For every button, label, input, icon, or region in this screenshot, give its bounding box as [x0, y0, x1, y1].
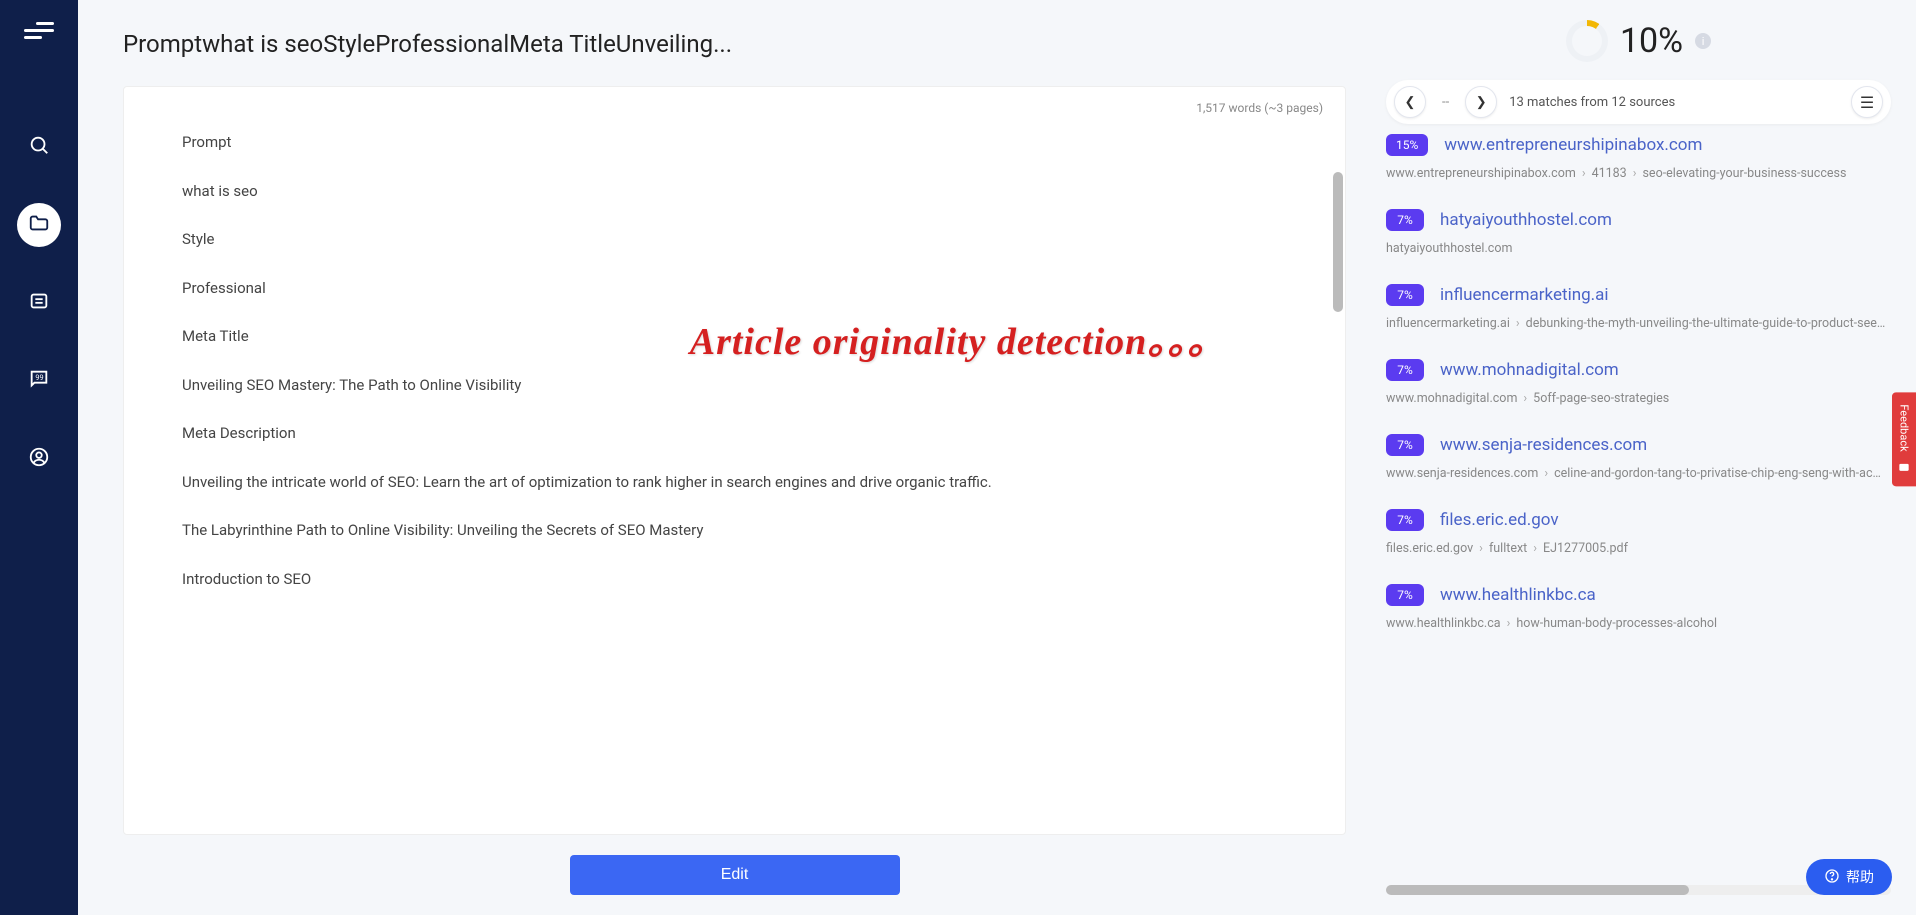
- source-path: files.eric.ed.gov›fulltext›EJ1277005.pdf: [1386, 541, 1887, 556]
- source-item: 7% www.healthlinkbc.ca www.healthlinkbc.ca…: [1386, 584, 1887, 631]
- source-path: www.healthlinkbc.ca›how-human-body-proce…: [1386, 616, 1887, 631]
- quote-icon: 99: [28, 368, 50, 394]
- source-link[interactable]: www.senja-residences.com: [1440, 435, 1647, 455]
- score-row: 10% i: [1386, 20, 1891, 62]
- source-path: www.mohnadigital.com›5off-page-seo-strat…: [1386, 391, 1887, 406]
- document-paragraph: Style: [182, 228, 1287, 251]
- source-path: www.entrepreneurshipinabox.com›41183›seo…: [1386, 166, 1887, 181]
- help-icon: [1824, 868, 1840, 887]
- document-paragraph: Meta Description: [182, 422, 1287, 445]
- match-menu-button[interactable]: ☰: [1851, 86, 1883, 118]
- match-percent-badge: 7%: [1386, 209, 1424, 231]
- chevron-left-icon: ❮: [1405, 95, 1416, 110]
- hamburger-icon: ☰: [1860, 93, 1874, 112]
- nav-folder[interactable]: [17, 203, 61, 247]
- content-panel: Prompt what is seo Style Professional Meta T…: [78, 0, 1376, 915]
- document-paragraph: Meta Title: [182, 325, 1287, 348]
- match-summary: 13 matches from 12 sources: [1509, 95, 1675, 110]
- score-value: 10%: [1620, 21, 1683, 61]
- source-item: 7% www.mohnadigital.com www.mohnadigital.c…: [1386, 359, 1887, 406]
- source-link[interactable]: files.eric.ed.gov: [1440, 510, 1559, 530]
- match-percent-badge: 7%: [1386, 584, 1424, 606]
- document-paragraph: Professional: [182, 277, 1287, 300]
- source-item: 7% files.eric.ed.gov files.eric.ed.gov›ful…: [1386, 509, 1887, 556]
- app-logo: [24, 15, 54, 45]
- source-link[interactable]: www.entrepreneurshipinabox.com: [1444, 135, 1702, 155]
- page-title: Promptwhat is seoStyleProfessionalMeta T…: [123, 30, 1346, 58]
- match-percent-badge: 7%: [1386, 509, 1424, 531]
- source-item: 7% influencermarketing.ai influencermarket…: [1386, 284, 1887, 331]
- document-paragraph: Prompt: [182, 131, 1287, 154]
- search-icon: [28, 134, 50, 160]
- nav-search[interactable]: [17, 125, 61, 169]
- prev-match-button[interactable]: ❮: [1394, 86, 1426, 118]
- document-paragraph: Unveiling SEO Mastery: The Path to Onlin…: [182, 374, 1287, 397]
- next-match-button[interactable]: ❯: [1465, 86, 1497, 118]
- document-paragraph: The Labyrinthine Path to Online Visibili…: [182, 519, 1287, 542]
- sidebar: 99: [0, 0, 78, 915]
- match-percent-badge: 7%: [1386, 359, 1424, 381]
- source-link[interactable]: influencermarketing.ai: [1440, 285, 1609, 305]
- source-link[interactable]: www.healthlinkbc.ca: [1440, 585, 1596, 605]
- feedback-tab[interactable]: Feedback: [1892, 393, 1916, 486]
- document-meta: 1,517 words (~3 pages): [124, 87, 1345, 121]
- match-percent-badge: 7%: [1386, 284, 1424, 306]
- document-body[interactable]: Prompt what is seo Style Professional Meta T…: [124, 121, 1345, 834]
- document-paragraph: what is seo: [182, 180, 1287, 203]
- score-ring: [1566, 20, 1608, 62]
- document-card: 1,517 words (~3 pages) Prompt what is seo…: [123, 86, 1346, 835]
- edit-button[interactable]: Edit: [570, 855, 900, 895]
- user-icon: [28, 446, 50, 472]
- nav-quote[interactable]: 99: [17, 359, 61, 403]
- info-icon[interactable]: i: [1695, 33, 1711, 49]
- source-item: 7% hatyaiyouthhostel.com hatyaiyouthhostel…: [1386, 209, 1887, 256]
- chevron-right-icon: ❯: [1476, 95, 1487, 110]
- source-path: influencermarketing.ai›debunking-the-myt…: [1386, 316, 1887, 331]
- source-item: 15% www.entrepreneurshipinabox.com www.ent…: [1386, 134, 1887, 181]
- match-toolbar: ❮ -- ❯ 13 matches from 12 sources ☰: [1386, 80, 1891, 124]
- results-panel: 10% i ❮ -- ❯ 13 matches from 12 sources …: [1376, 0, 1916, 915]
- nav-profile[interactable]: [17, 437, 61, 481]
- list-icon: [28, 290, 50, 316]
- help-label: 帮助: [1846, 867, 1874, 887]
- svg-text:99: 99: [35, 373, 43, 382]
- source-link[interactable]: www.mohnadigital.com: [1440, 360, 1619, 380]
- sources-list[interactable]: 15% www.entrepreneurshipinabox.com www.ent…: [1386, 134, 1891, 879]
- source-link[interactable]: hatyaiyouthhostel.com: [1440, 210, 1612, 230]
- source-item: 7% www.senja-residences.com www.senja-resi…: [1386, 434, 1887, 481]
- match-position: --: [1438, 95, 1453, 110]
- source-path: www.senja-residences.com›celine-and-gord…: [1386, 466, 1887, 481]
- sidebar-nav: 99: [17, 125, 61, 481]
- nav-list[interactable]: [17, 281, 61, 325]
- match-percent-badge: 15%: [1386, 134, 1428, 156]
- help-button[interactable]: 帮助: [1806, 859, 1892, 895]
- match-percent-badge: 7%: [1386, 434, 1424, 456]
- document-paragraph: Unveiling the intricate world of SEO: Le…: [182, 471, 1287, 494]
- feedback-icon: [1897, 460, 1911, 474]
- document-paragraph: Introduction to SEO: [182, 568, 1287, 591]
- folder-icon: [28, 212, 50, 238]
- source-path: hatyaiyouthhostel.com: [1386, 241, 1887, 256]
- feedback-label: Feedback: [1898, 405, 1911, 452]
- scrollbar-thumb[interactable]: [1333, 172, 1343, 312]
